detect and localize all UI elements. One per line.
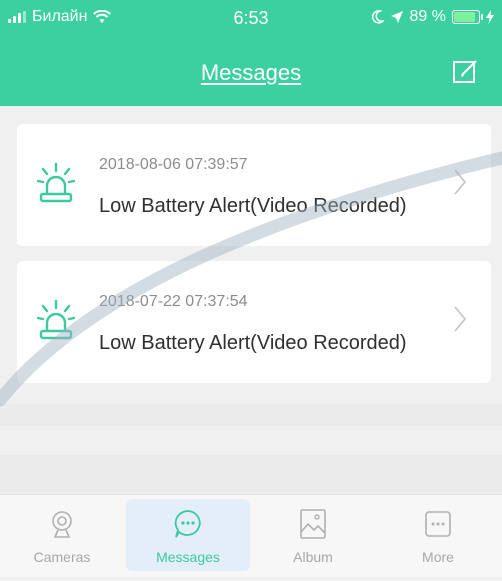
chevron-right-icon xyxy=(454,169,467,195)
message-text: Low Battery Alert(Video Recorded) xyxy=(99,332,407,354)
tab-label: More xyxy=(422,549,454,565)
message-item[interactable]: 2018-07-22 07:37:54 Low Battery Alert(Vi… xyxy=(17,261,491,383)
moon-icon xyxy=(371,10,384,24)
page-title: Messages xyxy=(200,60,302,85)
tab-cameras[interactable]: Cameras xyxy=(0,499,124,571)
tab-label: Cameras xyxy=(33,549,91,565)
message-item[interactable]: 2018-08-06 07:39:57 Low Battery Alert(Vi… xyxy=(17,124,491,246)
alarm-icon xyxy=(37,299,75,340)
tab-album[interactable]: Album xyxy=(251,499,375,571)
tab-bar: Cameras Messages Album More xyxy=(0,494,502,577)
battery-percent: 89 % xyxy=(409,8,446,25)
alarm-icon xyxy=(37,162,75,203)
tab-label: Messages xyxy=(156,549,220,565)
tab-messages[interactable]: Messages xyxy=(126,499,250,571)
image-icon xyxy=(300,509,326,539)
list-separator xyxy=(0,455,502,493)
message-text: Low Battery Alert(Video Recorded) xyxy=(99,195,407,217)
message-timestamp: 2018-08-06 07:39:57 xyxy=(99,156,248,173)
list-separator xyxy=(0,404,502,426)
status-bar: Билайн 6:53 89 % xyxy=(0,0,502,34)
app-header: Билайн 6:53 89 % Messages xyxy=(0,0,502,106)
message-timestamp: 2018-07-22 07:37:54 xyxy=(99,293,248,310)
battery-icon xyxy=(452,10,483,24)
more-dots-icon xyxy=(425,511,451,537)
status-right: 89 % xyxy=(371,8,494,26)
charging-bolt-icon xyxy=(486,10,494,24)
tab-label: Album xyxy=(293,549,333,565)
edit-button[interactable] xyxy=(452,58,480,86)
chat-bubble-icon xyxy=(174,510,201,538)
chevron-right-icon xyxy=(454,306,467,332)
camera-icon xyxy=(52,511,72,538)
tab-more[interactable]: More xyxy=(376,499,500,571)
location-arrow-icon xyxy=(390,11,403,23)
